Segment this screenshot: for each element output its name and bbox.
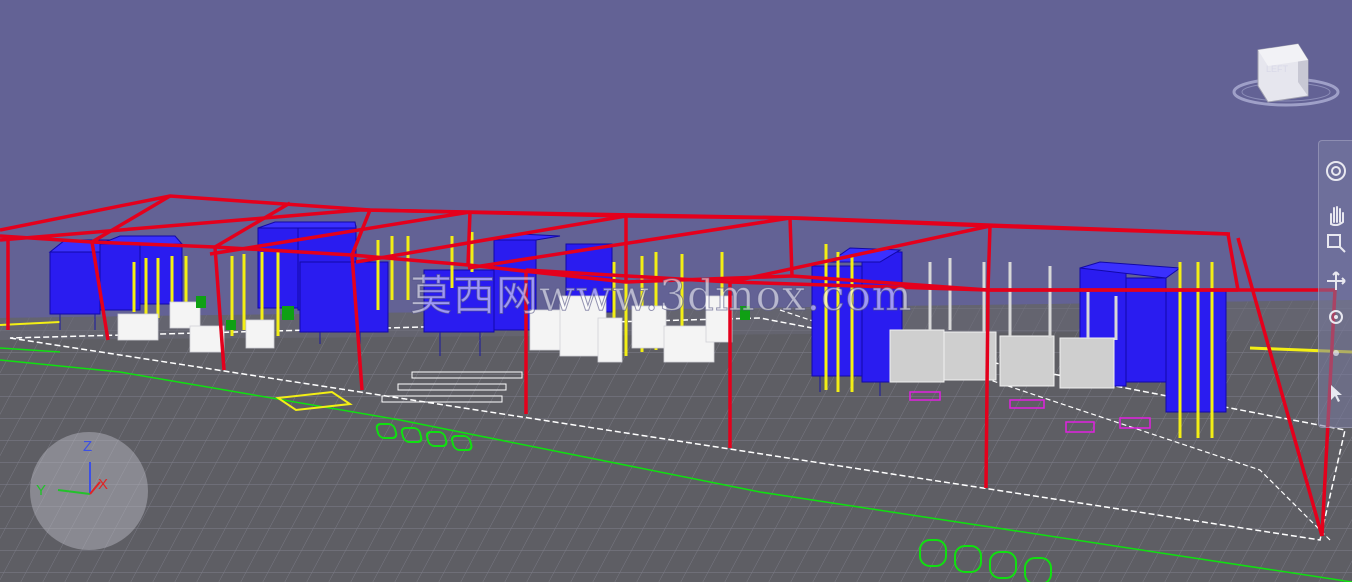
viewcube[interactable]: [1228, 38, 1346, 110]
cursor-icon[interactable]: [1324, 381, 1348, 405]
z-axis-label: Z: [83, 438, 93, 455]
axis-gizmo[interactable]: Z Y X: [30, 432, 148, 550]
steering-wheel-icon[interactable]: [1324, 159, 1348, 183]
walk-icon[interactable]: [1324, 341, 1348, 365]
viewcube-icon[interactable]: [1228, 38, 1346, 110]
watermark-text: 莫西网www.3dmox.com: [410, 271, 913, 321]
navigation-bar: [1318, 140, 1352, 428]
y-axis-label: Y: [36, 482, 47, 499]
look-icon[interactable]: [1324, 305, 1348, 329]
x-axis-label: X: [98, 476, 109, 493]
hand-icon[interactable]: [1324, 203, 1348, 227]
orbit-icon[interactable]: [1324, 269, 1348, 293]
3d-viewport[interactable]: 莫西网www.3dmox.com LEFT Z Y X: [0, 0, 1352, 582]
grey-plansifters: [889, 329, 1115, 389]
zoom-window-icon[interactable]: [1324, 231, 1348, 255]
viewcube-face-label: LEFT: [1266, 64, 1289, 74]
